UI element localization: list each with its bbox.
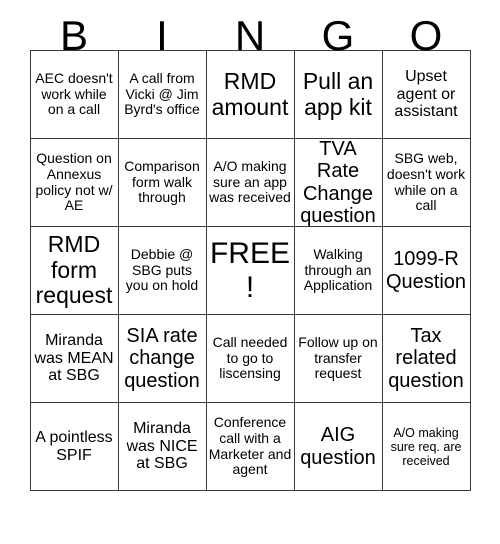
- bingo-cell-label: AEC doesn't work while on a call: [35, 69, 113, 118]
- bingo-cell[interactable]: Miranda was NICE at SBG: [118, 403, 207, 491]
- bingo-cell-label: Comparison form walk through: [124, 157, 200, 206]
- bingo-cell-label: SBG web, doesn't work while on a call: [386, 150, 466, 214]
- bingo-grid: AEC doesn't work while on a call A call f…: [29, 50, 471, 491]
- bingo-cell[interactable]: 1099-R Question: [382, 227, 471, 315]
- header-letter-o: O: [409, 12, 443, 59]
- bingo-cell-label: Upset agent or assistant: [394, 67, 458, 121]
- bingo-cell-label: RMD form request: [35, 230, 113, 309]
- bingo-cell[interactable]: Walking through an Application: [294, 227, 383, 315]
- bingo-cell[interactable]: Debbie @ SBG puts you on hold: [118, 227, 207, 315]
- header-letter-n: N: [234, 12, 266, 59]
- bingo-cell-label: Pull an app kit: [302, 67, 374, 120]
- header-letter-i: I: [156, 12, 168, 59]
- bingo-cell[interactable]: Question on Annexus policy not w/ AE: [30, 139, 119, 227]
- bingo-cell-label: 1099-R Question: [385, 248, 467, 293]
- bingo-cell[interactable]: AIG question: [294, 403, 383, 491]
- bingo-cell[interactable]: AEC doesn't work while on a call: [30, 51, 119, 139]
- bingo-cell[interactable]: Pull an app kit: [294, 51, 383, 139]
- bingo-cell-label: TVA Rate Change question: [300, 139, 376, 227]
- bingo-cell[interactable]: A/O making sure an app was received: [206, 139, 295, 227]
- header-letter-b: B: [59, 12, 88, 59]
- bingo-cell[interactable]: Call needed to go to liscensing: [206, 315, 295, 403]
- bingo-header: B I N G O: [30, 0, 470, 59]
- bingo-cell[interactable]: Miranda was MEAN at SBG: [30, 315, 119, 403]
- bingo-cell-label: Debbie @ SBG puts you on hold: [125, 245, 199, 294]
- bingo-cell-label: A/O making sure req. are received: [390, 425, 462, 468]
- bingo-cell[interactable]: SIA rate change question: [118, 315, 207, 403]
- bingo-cell-label: Call needed to go to liscensing: [212, 333, 288, 382]
- bingo-cell-label: Tax related question: [388, 324, 464, 392]
- bingo-cell-label: Follow up on transfer request: [298, 333, 378, 382]
- bingo-cell-free[interactable]: FREE!: [206, 227, 295, 315]
- bingo-cell[interactable]: SBG web, doesn't work while on a call: [382, 139, 471, 227]
- bingo-card: B I N G O AEC doesn't work while on a ca…: [0, 0, 500, 544]
- bingo-cell[interactable]: A/O making sure req. are received: [382, 403, 471, 491]
- bingo-cell[interactable]: Follow up on transfer request: [294, 315, 383, 403]
- bingo-cell[interactable]: A pointless SPIF: [30, 403, 119, 491]
- bingo-cell-label: Miranda was NICE at SBG: [126, 419, 198, 473]
- bingo-cell[interactable]: Tax related question: [382, 315, 471, 403]
- bingo-cell-label: Conference call with a Marketer and agen…: [208, 414, 292, 478]
- bingo-cell-label: Question on Annexus policy not w/ AE: [35, 150, 113, 214]
- bingo-cell[interactable]: Conference call with a Marketer and agen…: [206, 403, 295, 491]
- bingo-cell-label: A pointless SPIF: [35, 428, 113, 464]
- bingo-cell-label: FREE!: [209, 236, 290, 304]
- bingo-cell[interactable]: TVA Rate Change question: [294, 139, 383, 227]
- bingo-cell-label: Walking through an Application: [303, 245, 373, 294]
- bingo-cell[interactable]: Upset agent or assistant: [382, 51, 471, 139]
- bingo-cell-label: AIG question: [300, 424, 376, 469]
- bingo-cell-label: Miranda was MEAN at SBG: [34, 331, 114, 385]
- bingo-cell-label: RMD amount: [211, 67, 289, 120]
- bingo-cell-label: SIA rate change question: [124, 324, 200, 392]
- bingo-cell-label: A call from Vicki @ Jim Byrd's office: [124, 69, 200, 118]
- header-letter-g: G: [321, 12, 355, 59]
- bingo-cell[interactable]: Comparison form walk through: [118, 139, 207, 227]
- bingo-cell-label: A/O making sure an app was received: [209, 157, 291, 206]
- bingo-cell[interactable]: A call from Vicki @ Jim Byrd's office: [118, 51, 207, 139]
- bingo-cell[interactable]: RMD amount: [206, 51, 295, 139]
- bingo-cell[interactable]: RMD form request: [30, 227, 119, 315]
